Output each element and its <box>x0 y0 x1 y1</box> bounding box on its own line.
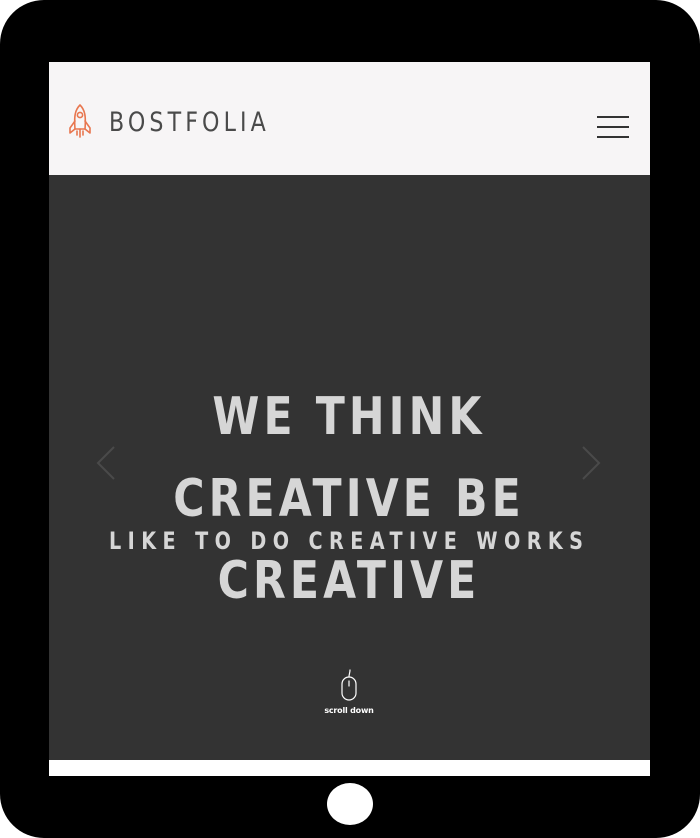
rocket-icon <box>69 104 91 138</box>
tablet-frame: BOSTFOLIA WE THINK CREATIVE BE CREATIVE … <box>0 0 700 838</box>
site-header: BOSTFOLIA <box>49 62 650 175</box>
logo[interactable]: BOSTFOLIA <box>67 102 305 142</box>
hero-title: WE THINK CREATIVE BE CREATIVE <box>49 376 650 622</box>
menu-bar-bottom <box>597 136 629 138</box>
menu-bar-middle <box>597 126 629 128</box>
screen: BOSTFOLIA WE THINK CREATIVE BE CREATIVE … <box>49 62 650 776</box>
hamburger-menu-icon[interactable] <box>597 116 629 138</box>
hero-slider: WE THINK CREATIVE BE CREATIVE LIKE TO DO… <box>49 175 650 760</box>
mouse-icon <box>341 669 357 701</box>
next-section-edge <box>49 760 650 776</box>
hero-subtitle-text: LIKE TO DO CREATIVE WORKS <box>109 526 590 555</box>
scroll-down-label: scroll down <box>324 706 374 715</box>
menu-bar-top <box>597 116 629 118</box>
hero-title-text: WE THINK CREATIVE BE CREATIVE <box>173 386 525 611</box>
home-button[interactable] <box>327 783 373 825</box>
logo-text: BOSTFOLIA <box>109 106 270 138</box>
hero-subtitle: LIKE TO DO CREATIVE WORKS <box>49 527 650 555</box>
scroll-down-link[interactable]: scroll down <box>299 668 399 715</box>
